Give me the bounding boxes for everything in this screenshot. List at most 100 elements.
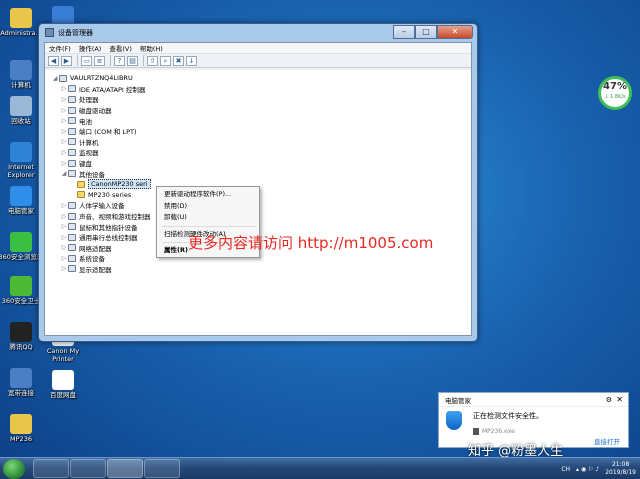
date: 2019/8/19 (605, 469, 636, 476)
properties-icon[interactable]: ▤ (127, 55, 138, 66)
minimize-button[interactable]: – (393, 25, 415, 39)
expand-arrow-icon[interactable]: ▷ (60, 107, 68, 114)
tree-node[interactable]: ◢ VAULRTZNQ4LIBRU (45, 73, 471, 84)
clock[interactable]: 21:08 2019/8/19 (605, 461, 636, 477)
show-hide-tree-icon[interactable]: ▭ (81, 55, 92, 66)
tree-node-label: 计算机 (79, 138, 99, 147)
taskbar-printer[interactable] (144, 459, 180, 478)
close-button[interactable]: ✕ (437, 25, 473, 39)
back-icon[interactable]: ◀ (48, 55, 59, 66)
notification-file: MP236.exe (482, 428, 515, 435)
port-icon (68, 127, 76, 135)
close-icon[interactable]: ✕ (616, 395, 623, 404)
expand-arrow-icon[interactable]: ▷ (60, 265, 68, 272)
settings-icon[interactable]: ⚙ (606, 396, 612, 404)
forward-icon[interactable]: ▶ (61, 55, 72, 66)
desktop-icon-label: 百度网盘 (50, 391, 76, 399)
tray-icons[interactable]: ▴ ◉ ⚐ ♪ (576, 466, 599, 473)
expand-arrow-icon[interactable]: ▷ (60, 160, 68, 167)
disk-drive-icon (68, 106, 76, 114)
expand-arrow-icon[interactable]: ▷ (60, 244, 68, 251)
start-button[interactable] (3, 459, 25, 479)
maximize-button[interactable]: □ (415, 25, 437, 39)
tree-node[interactable]: ▷ 监视器 (45, 147, 471, 158)
tree-node-label: 键盘 (79, 160, 92, 169)
tree-node[interactable]: ▷ 处理器 (45, 94, 471, 105)
expand-arrow-icon[interactable]: ◢ (60, 170, 68, 177)
tree-node-label: 磁盘驱动器 (79, 107, 112, 116)
menu-help[interactable]: 帮助(H) (140, 43, 163, 53)
app-icon (10, 8, 32, 28)
system-tray: CH ▴ ◉ ⚐ ♪ 21:08 2019/8/19 (561, 460, 636, 478)
expand-arrow-icon[interactable]: ▷ (60, 96, 68, 103)
ide-controller-icon (68, 85, 76, 93)
app-icon (10, 142, 32, 162)
expand-arrow-icon[interactable]: ▷ (60, 138, 68, 145)
desktop-icon[interactable]: 宽带连接 (0, 368, 44, 398)
expand-arrow-icon[interactable]: ▷ (60, 149, 68, 156)
app-icon (10, 368, 32, 388)
expand-arrow-icon[interactable]: ▷ (60, 128, 68, 135)
display-adapter-icon (68, 265, 76, 273)
tree-node-label: 监视器 (79, 149, 99, 158)
language-indicator[interactable]: CH (561, 466, 570, 473)
toolbar: ◀ ▶ ▭ ≡ ? ▤ ⇧ ⌕ ✖ ↓ (45, 54, 471, 68)
uninstall-icon[interactable]: ✖ (173, 55, 184, 66)
app-icon (52, 370, 74, 390)
sound-icon (68, 212, 76, 220)
tree-node[interactable]: ▷ IDE ATA/ATAPI 控制器 (45, 84, 471, 95)
tree-node[interactable]: ▷ 显示适配器 (45, 264, 471, 275)
tree-node-label: 处理器 (79, 96, 99, 105)
toolbar-separator (110, 55, 111, 66)
tree-view-icon[interactable]: ≡ (94, 55, 105, 66)
shield-icon (446, 411, 462, 430)
processor-icon (68, 95, 76, 103)
tree-node[interactable]: ▷ 磁盘驱动器 (45, 105, 471, 116)
help-icon[interactable]: ? (114, 55, 125, 66)
expand-arrow-icon[interactable]: ▷ (60, 213, 68, 220)
cpu-widget[interactable]: 47% ↓ 1.8K/s (598, 76, 632, 110)
menu-file[interactable]: 文件(F) (49, 43, 71, 53)
tree-node[interactable]: ▷ 电池 (45, 115, 471, 126)
menu-item-uninstall[interactable]: 卸载(U) (157, 212, 259, 224)
expand-arrow-icon[interactable]: ▷ (60, 255, 68, 262)
tree-node[interactable]: ▷ 端口 (COM 和 LPT) (45, 126, 471, 137)
expand-arrow-icon[interactable]: ◢ (51, 75, 59, 82)
battery-icon (68, 117, 76, 125)
device-manager-icon (45, 28, 54, 37)
tree-node[interactable]: ▷ 键盘 (45, 158, 471, 169)
scan-hardware-icon[interactable]: ⌕ (160, 55, 171, 66)
toolbar-separator (77, 55, 78, 66)
tree-node-label: 人体学输入设备 (79, 202, 125, 211)
open-directly-link[interactable]: 直接打开 (594, 436, 620, 446)
disable-icon[interactable]: ↓ (186, 55, 197, 66)
file-icon (473, 428, 479, 435)
menu-item-update-driver[interactable]: 更新驱动程序软件(P)... (157, 189, 259, 201)
desktop-icon[interactable]: MP236 (0, 414, 44, 444)
expand-arrow-icon[interactable]: ▷ (60, 117, 68, 124)
taskbar: CH ▴ ◉ ⚐ ♪ 21:08 2019/8/19 (0, 457, 640, 479)
notification-message: 正在检测文件安全性。 (473, 412, 543, 420)
expand-arrow-icon[interactable]: ▷ (60, 223, 68, 230)
menu-action[interactable]: 操作(A) (79, 43, 102, 53)
menu-view[interactable]: 查看(V) (109, 43, 132, 53)
app-icon (10, 96, 32, 116)
menu-bar: 文件(F) 操作(A) 查看(V) 帮助(H) (45, 43, 471, 54)
expand-arrow-icon[interactable]: ▷ (60, 234, 68, 241)
menu-separator (162, 225, 257, 227)
monitor-icon (68, 148, 76, 156)
tree-node-label: 声音、视频和游戏控制器 (79, 213, 151, 222)
cpu-percent: 47% (603, 81, 627, 92)
network-icon (68, 244, 76, 252)
device-manager-window[interactable]: 设备管理器 – □ ✕ 文件(F) 操作(A) 查看(V) 帮助(H) ◀ ▶ … (38, 23, 478, 342)
taskbar-device-manager[interactable] (107, 459, 143, 478)
update-driver-icon[interactable]: ⇧ (147, 55, 158, 66)
tree-node[interactable]: ◢ 其他设备 (45, 168, 471, 179)
desktop-icon[interactable]: 百度网盘 (40, 370, 86, 400)
expand-arrow-icon[interactable]: ▷ (60, 202, 68, 209)
menu-item-disable[interactable]: 禁用(D) (157, 201, 259, 213)
taskbar-user-app[interactable] (70, 459, 106, 478)
tree-node[interactable]: ▷ 计算机 (45, 137, 471, 148)
expand-arrow-icon[interactable]: ▷ (60, 85, 68, 92)
taskbar-360-browser[interactable] (33, 459, 69, 478)
